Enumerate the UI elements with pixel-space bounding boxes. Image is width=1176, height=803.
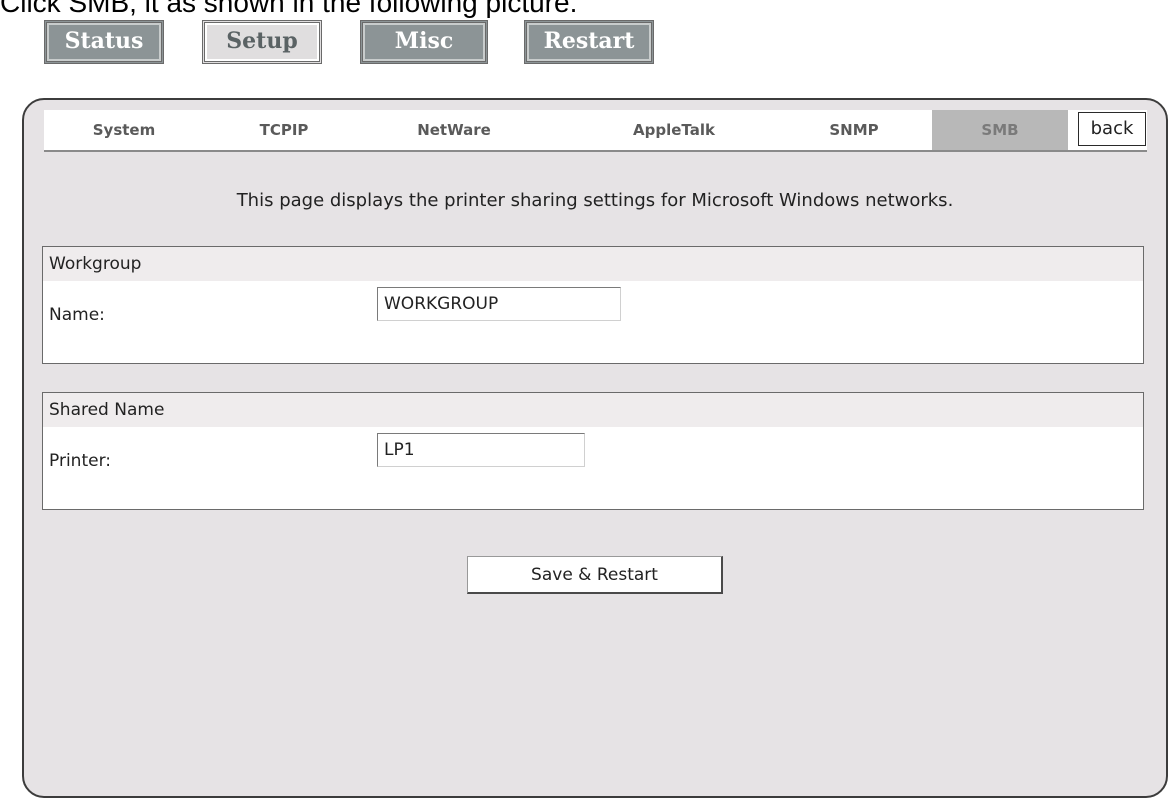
workgroup-header: Workgroup	[43, 247, 1143, 281]
tab-snmp[interactable]: SNMP	[794, 110, 914, 150]
shared-name-header: Shared Name	[43, 393, 1143, 427]
instruction-caption: Click SMB, it as shown in the following …	[0, 0, 578, 18]
workgroup-name-label: Name:	[49, 305, 105, 325]
tab-tcpip[interactable]: TCPIP	[224, 110, 344, 150]
printer-label: Printer:	[49, 451, 111, 471]
tab-system[interactable]: System	[54, 110, 194, 150]
shared-name-section: Shared Name Printer:	[42, 392, 1144, 510]
tab-netware[interactable]: NetWare	[384, 110, 524, 150]
nav-setup-button[interactable]: Setup	[202, 20, 322, 64]
nav-misc-button[interactable]: Misc	[360, 20, 488, 64]
nav-restart-button[interactable]: Restart	[524, 20, 654, 64]
workgroup-name-input[interactable]	[377, 287, 621, 321]
tab-smb[interactable]: SMB	[932, 110, 1068, 150]
workgroup-name-row: Name:	[43, 281, 1143, 347]
save-restart-button[interactable]: Save & Restart	[467, 556, 723, 594]
tab-appletalk[interactable]: AppleTalk	[604, 110, 744, 150]
settings-panel: System TCPIP NetWare AppleTalk SNMP SMB …	[22, 98, 1168, 798]
shared-name-printer-row: Printer:	[43, 427, 1143, 493]
workgroup-section: Workgroup Name:	[42, 246, 1144, 364]
printer-name-input[interactable]	[377, 433, 585, 467]
back-button[interactable]: back	[1078, 112, 1146, 146]
nav-status-button[interactable]: Status	[44, 20, 164, 64]
tab-bar: System TCPIP NetWare AppleTalk SNMP SMB …	[44, 110, 1147, 152]
page-description: This page displays the printer sharing s…	[236, 190, 954, 211]
